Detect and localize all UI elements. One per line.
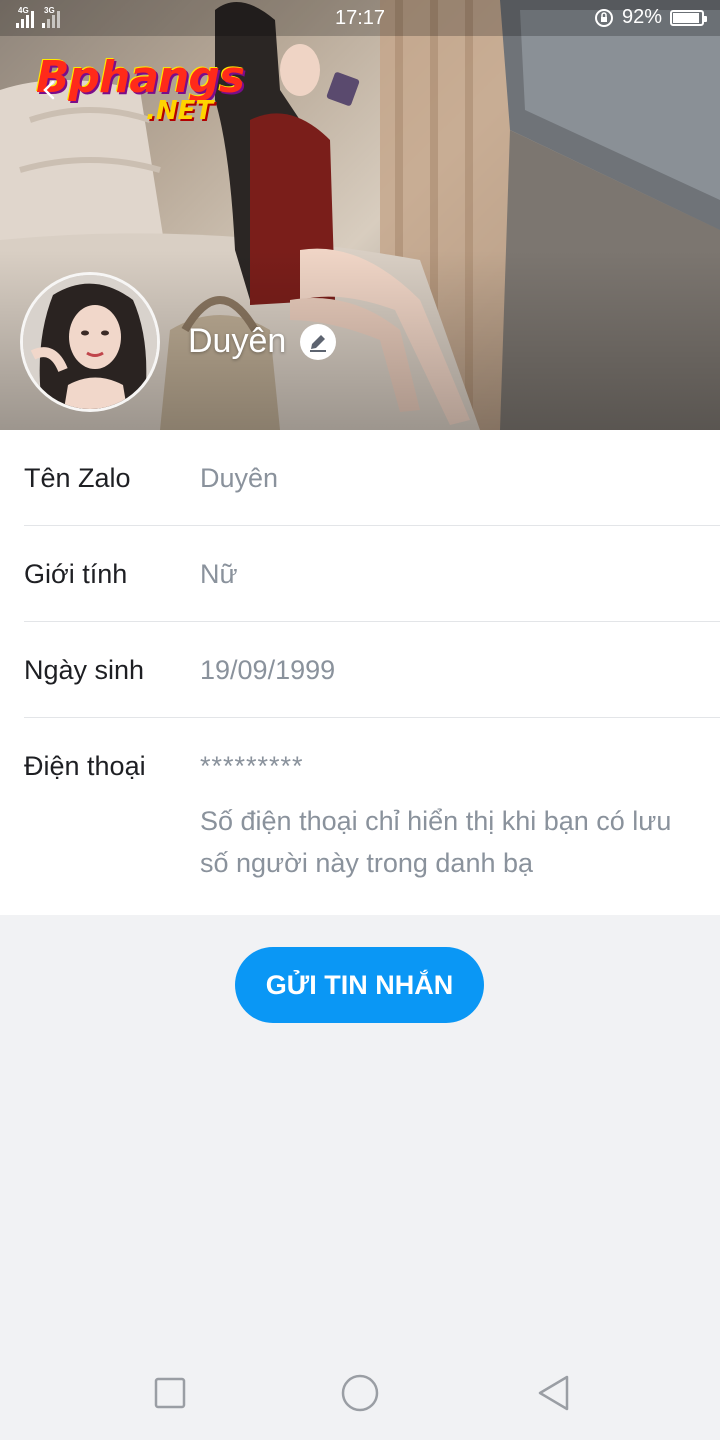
rotation-lock-icon — [594, 8, 613, 27]
send-message-button[interactable]: GỬI TIN NHẮN — [235, 947, 484, 1023]
cover-photo[interactable]: 4G 3G 17:17 92% Bphangs .NET Duyên — [0, 0, 720, 430]
status-right: 92% — [594, 6, 707, 29]
info-value: Nữ — [200, 559, 238, 589]
info-row-birthday: Ngày sinh 19/09/1999 — [24, 622, 720, 718]
edit-name-button[interactable] — [300, 324, 336, 360]
battery-icon — [670, 9, 707, 26]
watermark-logo: Bphangs .NET — [36, 52, 256, 132]
info-label: Ngày sinh — [24, 655, 145, 685]
pencil-icon — [310, 335, 326, 352]
profile-name: Duyên — [188, 322, 287, 360]
circle-icon[interactable] — [340, 1373, 380, 1413]
battery-fill — [673, 12, 699, 23]
info-label: Tên Zalo — [24, 463, 131, 493]
info-value: 19/09/1999 — [200, 655, 336, 685]
info-value: Duyên — [200, 463, 279, 493]
battery-percent: 92% — [621, 6, 662, 28]
square-icon[interactable] — [150, 1373, 190, 1413]
info-label: Điện thoại — [24, 751, 146, 781]
phone-visibility-note: Số điện thoại chỉ hiển thị khi bạn có lư… — [200, 806, 672, 878]
info-row-phone: Điện thoại ********* Số điện thoại chỉ h… — [24, 718, 720, 915]
status-bar: 4G 3G 17:17 92% — [0, 0, 720, 36]
profile-page: 4G 3G 17:17 92% Bphangs .NET Duyên Tên Z… — [0, 0, 720, 1440]
avatar[interactable] — [20, 272, 160, 412]
info-row-zalo-name: Tên Zalo Duyên — [24, 430, 720, 526]
avatar-image — [23, 275, 157, 409]
info-card: Tên Zalo Duyên Giới tính Nữ Ngày sinh 19… — [0, 430, 720, 915]
info-label: Giới tính — [24, 559, 128, 589]
back-arrow-icon[interactable] — [38, 78, 62, 102]
triangle-back-icon[interactable] — [534, 1373, 574, 1413]
info-row-gender: Giới tính Nữ — [24, 526, 720, 622]
watermark-suffix: .NET — [146, 96, 214, 126]
system-nav-bar — [0, 1345, 720, 1440]
info-value: ********* — [200, 751, 304, 781]
